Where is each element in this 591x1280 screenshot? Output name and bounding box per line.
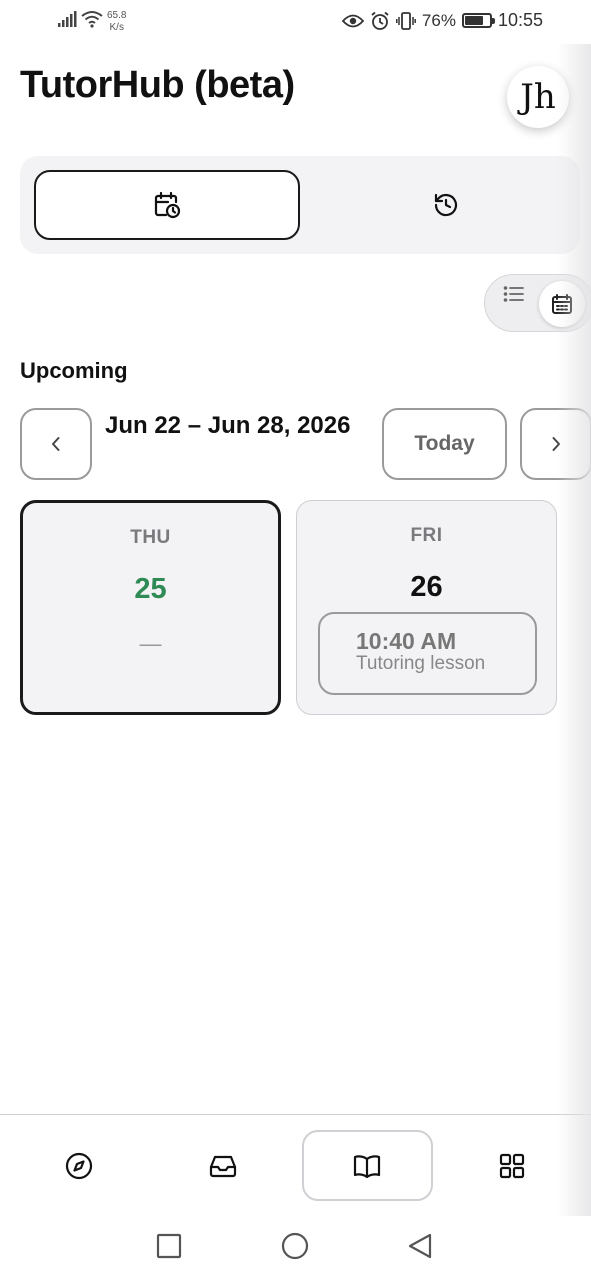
alarm-icon xyxy=(371,11,389,30)
chevron-right-icon xyxy=(552,437,560,451)
battery-icon xyxy=(461,13,495,28)
lesson-item[interactable]: 10:40 AM Tutoring lesson xyxy=(318,612,537,695)
avatar[interactable]: Jh xyxy=(507,66,569,128)
date-range: Jun 22 – Jun 28, 2026 xyxy=(105,412,351,439)
prev-week-button[interactable] xyxy=(20,408,92,480)
vibrate-icon xyxy=(395,11,416,30)
calendar-view-button[interactable] xyxy=(539,281,585,327)
day-date: 26 xyxy=(410,571,443,603)
view-mode-toggle[interactable] xyxy=(484,274,591,332)
next-week-button[interactable] xyxy=(520,408,591,480)
app-title: TutorHub (beta) xyxy=(20,64,295,106)
circle-icon xyxy=(281,1232,309,1260)
no-lessons-dash: — xyxy=(139,631,162,656)
nav-more[interactable] xyxy=(477,1115,547,1216)
day-date: 25 xyxy=(134,573,167,605)
screen: 65.8 K/s 76% 10:55 TutorHub (beta) Jh Up… xyxy=(0,0,591,1280)
eye-icon xyxy=(341,14,364,27)
tab-history[interactable] xyxy=(313,170,579,240)
lesson-time: 10:40 AM xyxy=(356,628,457,654)
net-speed-value: 65.8 xyxy=(107,10,127,21)
battery-percent: 76% xyxy=(421,10,456,30)
nav-inbox[interactable] xyxy=(188,1115,258,1216)
history-icon xyxy=(434,193,458,217)
nav-explore[interactable] xyxy=(44,1115,114,1216)
home-button[interactable] xyxy=(281,1232,309,1260)
day-of-week: FRI xyxy=(410,525,443,546)
net-speed: 65.8 K/s xyxy=(107,10,126,34)
list-icon[interactable] xyxy=(503,283,525,305)
status-left: 65.8 K/s xyxy=(57,10,126,34)
wifi-icon xyxy=(81,11,103,28)
status-right: 76% 10:55 xyxy=(341,10,543,31)
inbox-icon xyxy=(209,1155,237,1177)
clock-time: 10:55 xyxy=(497,10,543,30)
tab-upcoming[interactable] xyxy=(34,170,300,240)
lesson-title: Tutoring lesson xyxy=(356,653,486,674)
day-of-week: THU xyxy=(130,527,171,548)
system-navigation-bar xyxy=(0,1216,591,1280)
nav-lessons[interactable] xyxy=(332,1115,402,1216)
bottom-nav xyxy=(0,1114,591,1216)
compass-icon xyxy=(65,1152,93,1179)
back-button[interactable] xyxy=(406,1232,434,1260)
grid-icon xyxy=(499,1153,525,1178)
calendar-clock-icon xyxy=(154,191,181,219)
view-tabs xyxy=(20,156,580,254)
book-open-icon xyxy=(353,1154,381,1178)
section-title: Upcoming xyxy=(20,358,128,383)
battery-fill xyxy=(464,16,483,25)
today-button[interactable]: Today xyxy=(382,408,507,480)
net-speed-unit: K/s xyxy=(109,22,124,33)
triangle-back-icon xyxy=(408,1233,432,1259)
square-icon xyxy=(156,1233,182,1259)
signal-icon xyxy=(58,11,77,27)
recents-button[interactable] xyxy=(155,1232,183,1260)
calendar-icon xyxy=(552,294,572,314)
status-bar: 65.8 K/s 76% 10:55 xyxy=(0,0,591,44)
chevron-left-icon xyxy=(52,437,60,451)
day-card-thu[interactable]: THU 25 — xyxy=(20,500,281,715)
avatar-initials: Jh xyxy=(520,77,556,117)
day-card-fri[interactable]: FRI 26 10:40 AM Tutoring lesson xyxy=(296,500,557,715)
